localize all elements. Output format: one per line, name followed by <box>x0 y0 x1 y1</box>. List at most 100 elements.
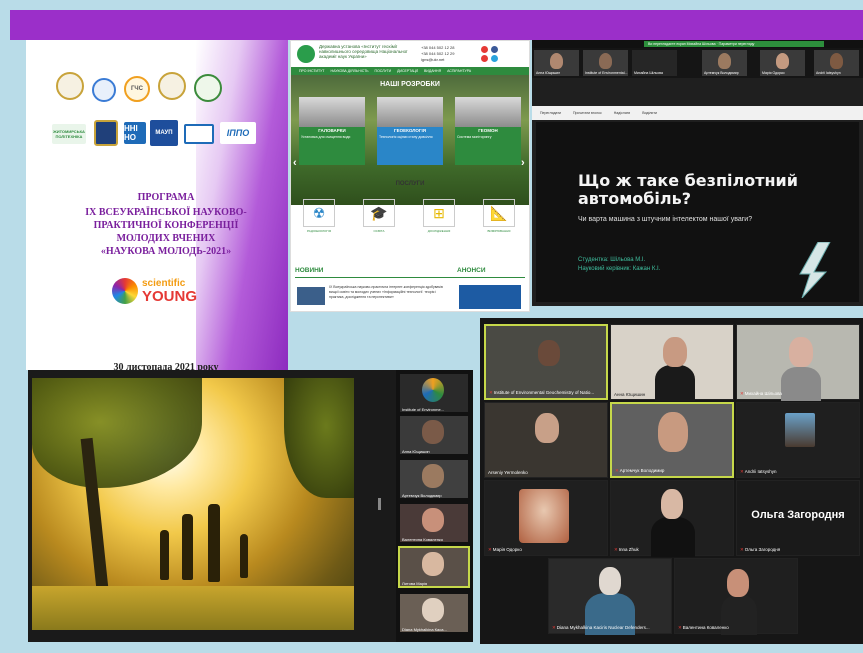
nav-item[interactable]: ПРО ІНСТИТУТ <box>299 69 325 73</box>
hero-image <box>455 97 521 127</box>
mic-muted-icon: ✕ <box>740 469 744 474</box>
nav-item[interactable]: ПОСЛУГИ <box>375 69 392 73</box>
shared-image <box>32 378 354 630</box>
participant-tile[interactable]: ✕Марія Одорко <box>484 480 608 556</box>
shield-logo <box>94 120 118 146</box>
gchs-logo: ГЧС <box>124 76 150 102</box>
slide-decoration-icon <box>799 242 831 298</box>
hero-card[interactable]: ГАЛОВАРКИ Установка для очищення води <box>299 127 365 165</box>
participant-tile[interactable]: ✕Валентина Коваленко <box>674 558 798 635</box>
org-name: Державна установа «Інститут геохімії нав… <box>319 44 408 59</box>
participant-tile[interactable]: Institute of Environmental... <box>583 50 628 76</box>
nav-item[interactable]: НАУКОВА ДІЯЛЬНІСТЬ <box>331 69 369 73</box>
hero-image <box>377 97 443 127</box>
youtube-icon[interactable] <box>481 46 488 53</box>
participant-tile[interactable]: ✕Andrii Iatsyshyn <box>736 402 860 478</box>
person-silhouette <box>208 504 220 582</box>
top-banner <box>10 10 863 40</box>
next-arrow-icon[interactable]: › <box>521 157 525 169</box>
zoom-presentation: Ви переглядаєте екран Михайна Шільова · … <box>532 40 863 306</box>
participant-tile[interactable]: Arseniy Yermolenko <box>484 402 608 478</box>
participant-tile[interactable]: ✕Михайна Шільова <box>736 324 860 401</box>
participant-tile-active[interactable]: ✕Institute of Environmental Geochemistry… <box>484 324 608 400</box>
participant-tile-active[interactable]: ✕Артемчук Володимир <box>610 402 734 478</box>
website-header: Державна установа «Інститут геохімії нав… <box>291 41 529 67</box>
program-date: 30 листопада 2021 року <box>113 362 219 370</box>
program-title: ПРОГРАМА <box>137 192 195 203</box>
participant-tile[interactable]: Andrii Iatsyshyn <box>814 50 859 76</box>
toolbar-item[interactable]: Прочитати вголос <box>573 111 602 115</box>
service-education[interactable]: 🎓 ОСВІТА <box>359 199 399 235</box>
participant-tile[interactable]: ✕Inna Zhuk <box>610 480 734 557</box>
facebook-icon[interactable] <box>491 46 498 53</box>
service-tools[interactable]: 📐 ВИМІРЮВАННЯ <box>479 199 519 235</box>
graduate-icon: 🎓 <box>363 199 395 227</box>
slide-subtitle: Чи варта машина з штучним інтелектом наш… <box>578 216 753 223</box>
participant-tile[interactable]: Diana Mykhalkina Каса... <box>400 594 468 632</box>
participant-tile[interactable]: Михайна Шільова <box>632 50 677 76</box>
person-silhouette <box>182 514 193 580</box>
emblem-logo <box>158 72 186 100</box>
nav-item[interactable]: АСПІРАНТУРА <box>447 69 471 73</box>
mic-muted-icon: ✕ <box>740 391 744 396</box>
sharing-banner: Ви переглядаєте екран Михайна Шільова · … <box>644 41 824 47</box>
service-radiation[interactable]: ☢ РАДІОЕКОЛОГІЯ <box>299 199 339 235</box>
toolbar-item[interactable]: Переглядати <box>540 111 561 115</box>
mic-muted-icon: ✕ <box>678 625 682 630</box>
services-title: ПОСЛУГИ <box>395 181 425 187</box>
participant-sidebar: Institute of Environme... Анна Ющишин Ар… <box>396 370 473 642</box>
website-screenshot: Державна установа «Інститут геохімії нав… <box>290 40 530 312</box>
pinterest-icon[interactable] <box>481 55 488 62</box>
participant-tile[interactable]: Марія Одорко <box>760 50 805 76</box>
scientific-young-logo: scientific YOUNG <box>112 276 222 306</box>
participant-tile[interactable]: Анна Ющишин <box>534 50 579 76</box>
participant-tile[interactable]: Анна Ющишин <box>400 416 468 454</box>
news-thumbnail[interactable] <box>297 287 325 305</box>
participant-tile-active[interactable]: Литова Марія <box>398 546 470 588</box>
participant-tile[interactable]: ✕Diana Mykhalkina Kaciris Nuclear Defend… <box>548 558 672 635</box>
mic-muted-icon: ✕ <box>489 390 493 395</box>
participant-tile[interactable]: Анна Ющишин <box>610 324 734 401</box>
service-structure[interactable]: ⊞ ДОСЛІДЖЕННЯ <box>419 199 459 235</box>
polytechnic-logo: ЖИТОМИРСЬКА ПОЛІТЕХНІКА <box>52 124 86 144</box>
maup-logo: МАУП <box>150 120 178 146</box>
participant-strip: Анна Ющишин Institute of Environmental..… <box>532 48 863 78</box>
mic-muted-icon: ✕ <box>614 547 618 552</box>
person-silhouette <box>240 534 248 578</box>
announcement-thumbnail[interactable] <box>459 285 521 309</box>
person-silhouette <box>160 530 169 580</box>
news-text[interactable]: IX Всеукраїнська науково-практична інтер… <box>329 285 449 300</box>
structure-icon: ⊞ <box>423 199 455 227</box>
radiation-icon: ☢ <box>303 199 335 227</box>
zoom-gallery: ✕Institute of Environmental Geochemistry… <box>480 318 863 644</box>
ppt-toolbar: Переглядати Прочитати вголос Надіслати В… <box>532 106 863 120</box>
telegram-icon[interactable] <box>491 55 498 62</box>
participant-name-display: Ольга Загородня <box>751 509 845 521</box>
nav-item[interactable]: ДИСЕРТАЦІЇ <box>397 69 418 73</box>
university-logo <box>56 72 84 100</box>
participant-tile[interactable]: Валентина Коваленко <box>400 504 468 542</box>
tree-logo <box>194 74 222 102</box>
social-icons <box>479 45 527 63</box>
toolbar-item[interactable]: Виділити <box>642 111 657 115</box>
participant-tile[interactable]: Ольга Загородня ✕Ольга Загородня <box>736 480 860 556</box>
mic-muted-icon: ✕ <box>740 547 744 552</box>
nav-item[interactable]: ВИДАННЯ <box>424 69 441 73</box>
conference-name: IX ВСЕУКРАЇНСЬКОЇ НАУКОВО-ПРАКТИЧНОЇ КОН… <box>85 207 247 244</box>
nni-logo: ННІ НО <box>124 122 146 144</box>
contacts: +38 044 502 12 28 +38 044 502 12 29 igns@u… <box>421 45 455 62</box>
hero-card[interactable]: ГЕОЕКОЛОГІЯ Технологія оцінки стану довкі… <box>377 127 443 165</box>
logo-group: ГЧС ЖИТОМИРСЬКА ПОЛІТЕХНІКА ННІ НО МАУП … <box>50 68 260 168</box>
hero-card[interactable]: ГЕОМОН Система моніторингу <box>455 127 521 165</box>
participant-tile[interactable]: Артемчук Володимир <box>702 50 747 76</box>
prev-arrow-icon[interactable]: ‹ <box>293 157 297 169</box>
toolbar-item[interactable]: Надіслати <box>614 111 631 115</box>
resize-handle[interactable] <box>378 498 381 510</box>
website-nav: ПРО ІНСТИТУТ НАУКОВА ДІЯЛЬНІСТЬ ПОСЛУГИ … <box>291 67 529 75</box>
slide-title: Що ж таке безпілотний автомобіль? <box>578 171 798 208</box>
round-logo <box>92 78 116 102</box>
participant-tile[interactable]: Артемчук Володимир <box>400 460 468 498</box>
news-title: НОВИНИ <box>295 267 324 274</box>
participant-tile[interactable]: Institute of Environme... <box>400 374 468 412</box>
site-logo-icon <box>297 45 315 63</box>
